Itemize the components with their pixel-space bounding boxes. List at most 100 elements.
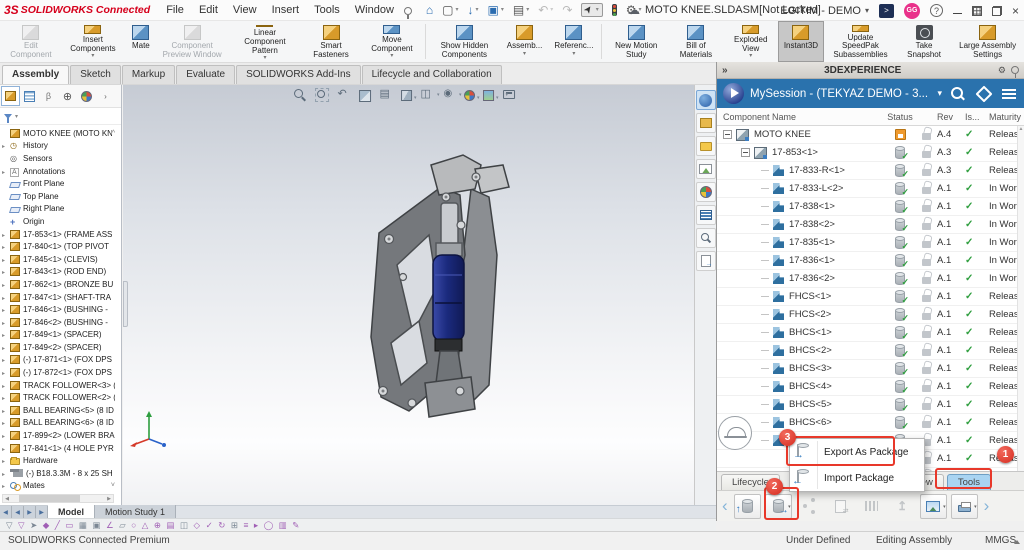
open-button[interactable]: ↓ ▾ — [468, 4, 479, 16]
tree-expander[interactable] — [2, 280, 10, 289]
row-expander[interactable] — [761, 440, 769, 441]
tree-item[interactable]: 17-847<1> (SHAFT-TRA — [0, 291, 116, 304]
taskpane-solidworks-resources-tab[interactable] — [696, 113, 716, 133]
filter-block-icon[interactable]: ⊞ — [231, 521, 238, 530]
tree-item[interactable]: TRACK FOLLOWER<2> ( — [0, 391, 116, 404]
compare-document-button[interactable] — [827, 494, 854, 519]
row-expander[interactable] — [761, 368, 769, 369]
first-tab-button[interactable]: ◀ — [0, 506, 12, 518]
filter-routing-icon[interactable]: ↻ — [218, 521, 225, 530]
scrollbar-thumb[interactable] — [19, 495, 80, 502]
previous-view-icon[interactable] — [337, 88, 351, 102]
select-button[interactable]: ➤ ▾ — [581, 3, 602, 17]
column-rev[interactable]: Rev — [937, 112, 965, 122]
next-tools-chevron[interactable]: › — [982, 497, 992, 516]
featuremanager-tab[interactable] — [1, 86, 20, 106]
ribbon-insert-components[interactable]: Insert Components — [60, 21, 126, 62]
graphics-viewport[interactable] — [123, 85, 694, 505]
tree-item[interactable]: 17-840<1> (TOP PIVOT — [0, 240, 116, 253]
tag-icon[interactable] — [977, 87, 990, 100]
tree-expander[interactable] — [2, 318, 10, 327]
tree-expander[interactable] — [2, 305, 10, 314]
component-row[interactable]: 17-853<1> A.3 Released — [717, 144, 1017, 162]
taskpane-design-library-tab[interactable] — [696, 136, 716, 156]
row-expander[interactable] — [761, 206, 769, 207]
motion-study-tab[interactable]: Motion Study 1 — [95, 505, 176, 518]
tree-expander[interactable] — [2, 381, 10, 390]
menu-item[interactable]: Edit — [199, 4, 218, 16]
tree-item[interactable]: 17-846<2> (BUSHING - — [0, 316, 116, 329]
column-maturity[interactable]: Maturity — [989, 112, 1024, 122]
column-status[interactable]: Status — [885, 112, 915, 122]
pin-icon[interactable] — [404, 7, 412, 15]
taskpane-view-palette-tab[interactable] — [696, 159, 716, 179]
sep2[interactable] — [601, 24, 602, 59]
component-row[interactable]: 17-835<1> A.1 In Work — [717, 234, 1017, 252]
filter-axis-icon[interactable]: ∠ — [106, 521, 114, 530]
tree-expander[interactable] — [2, 355, 10, 364]
3dexperience-compass-icon[interactable] — [723, 83, 744, 104]
filter-faces-icon[interactable]: ▭ — [65, 521, 73, 530]
hamburger-menu-icon[interactable] — [1002, 89, 1016, 99]
save-button[interactable]: ▣ ▾ — [488, 4, 504, 16]
tree-expander[interactable] — [2, 267, 10, 276]
component-row[interactable]: MOTO KNEE A.4 Released — [717, 126, 1017, 144]
tree-item[interactable]: Hardware — [0, 454, 116, 467]
tree-item[interactable]: MOTO KNEE (MOTO KNEE) ^ — [0, 127, 116, 140]
tree-item[interactable]: Mates ˅ — [0, 480, 116, 491]
tree-expander[interactable] — [2, 469, 10, 478]
filter-edges-icon[interactable]: ╱ — [55, 521, 60, 530]
display-style-icon[interactable] — [420, 88, 434, 102]
print-button[interactable]: ▤ ▾ — [513, 4, 529, 16]
row-expander[interactable] — [761, 224, 769, 225]
ribbon-tab[interactable]: Lifecycle and Collaboration — [362, 65, 502, 84]
ribbon-edit-component[interactable]: Edit Component — [2, 21, 60, 62]
zoom-to-area-icon[interactable] — [315, 88, 329, 102]
rebuild-button[interactable] — [612, 4, 617, 16]
component-row[interactable]: 17-833-R<1> A.3 Released — [717, 162, 1017, 180]
row-expander[interactable] — [761, 350, 769, 351]
tree-expander[interactable] — [2, 481, 10, 490]
ribbon-bill-of-materials[interactable]: Bill of Materials — [668, 21, 723, 62]
apply-scene-icon[interactable] — [483, 90, 494, 101]
ribbon-instant3d[interactable]: Instant3D — [778, 21, 824, 62]
row-expander[interactable] — [761, 386, 769, 387]
scroll-right-arrow[interactable]: ▶ — [105, 496, 113, 502]
taskpane-appearances-tab[interactable] — [696, 182, 716, 202]
tree-item[interactable]: Annotations — [0, 165, 116, 178]
chevron-down-icon[interactable]: ▾ — [937, 88, 942, 99]
dynamic-annotation-views-icon[interactable] — [379, 88, 393, 102]
filter-table-icon[interactable]: ≡ — [243, 521, 248, 530]
filter-funnel-icon[interactable]: ▽ — [6, 521, 13, 530]
previous-tools-chevron[interactable]: ‹ — [720, 497, 730, 516]
select-arrow-icon[interactable]: ➤ — [30, 521, 37, 530]
tree-expander[interactable] — [2, 330, 10, 339]
menu-item[interactable]: File — [166, 4, 184, 16]
tree-item[interactable]: 17-841<1> (4 HOLE PYR — [0, 442, 116, 455]
zoom-to-fit-icon[interactable] — [293, 88, 307, 102]
row-expander[interactable] — [761, 296, 769, 297]
component-row[interactable]: 17-836<2> A.1 In Work — [717, 270, 1017, 288]
taskpane-search-tab[interactable] — [696, 228, 716, 248]
ribbon-smart-fasteners[interactable]: Smart Fasteners — [301, 21, 360, 62]
column-component-name[interactable]: Component Name — [717, 112, 885, 122]
propertymanager-tab[interactable] — [20, 86, 39, 106]
component-row[interactable]: 17-838<1> A.1 In Work — [717, 198, 1017, 216]
home-button[interactable]: ⌂ — [426, 4, 433, 16]
tree-expander[interactable] — [2, 343, 10, 352]
batch-save-button[interactable] — [734, 494, 761, 519]
tree-item[interactable]: (-) 17-872<1> (FOX DPS — [0, 366, 116, 379]
close-button[interactable]: × — [1012, 5, 1019, 17]
last-tab-button[interactable]: ▶ — [36, 506, 48, 518]
3dexperience-assistant-button[interactable] — [718, 416, 752, 450]
filter-sketch-point-icon[interactable]: △ — [142, 521, 149, 530]
tree-expander[interactable] — [2, 406, 10, 415]
tree-item[interactable]: Front Plane — [0, 177, 116, 190]
component-row[interactable]: BHCS<5> A.1 Released — [717, 396, 1017, 414]
undo-button[interactable]: ↶ ▾ — [538, 4, 553, 16]
tree-expander[interactable] — [2, 141, 10, 150]
tree-item[interactable]: 17-862<1> (BRONZE BU — [0, 278, 116, 291]
hide-show-items-icon[interactable] — [442, 88, 456, 102]
filter-more-icon[interactable]: ✎ — [292, 521, 299, 530]
capture-image-button[interactable] — [920, 494, 947, 519]
